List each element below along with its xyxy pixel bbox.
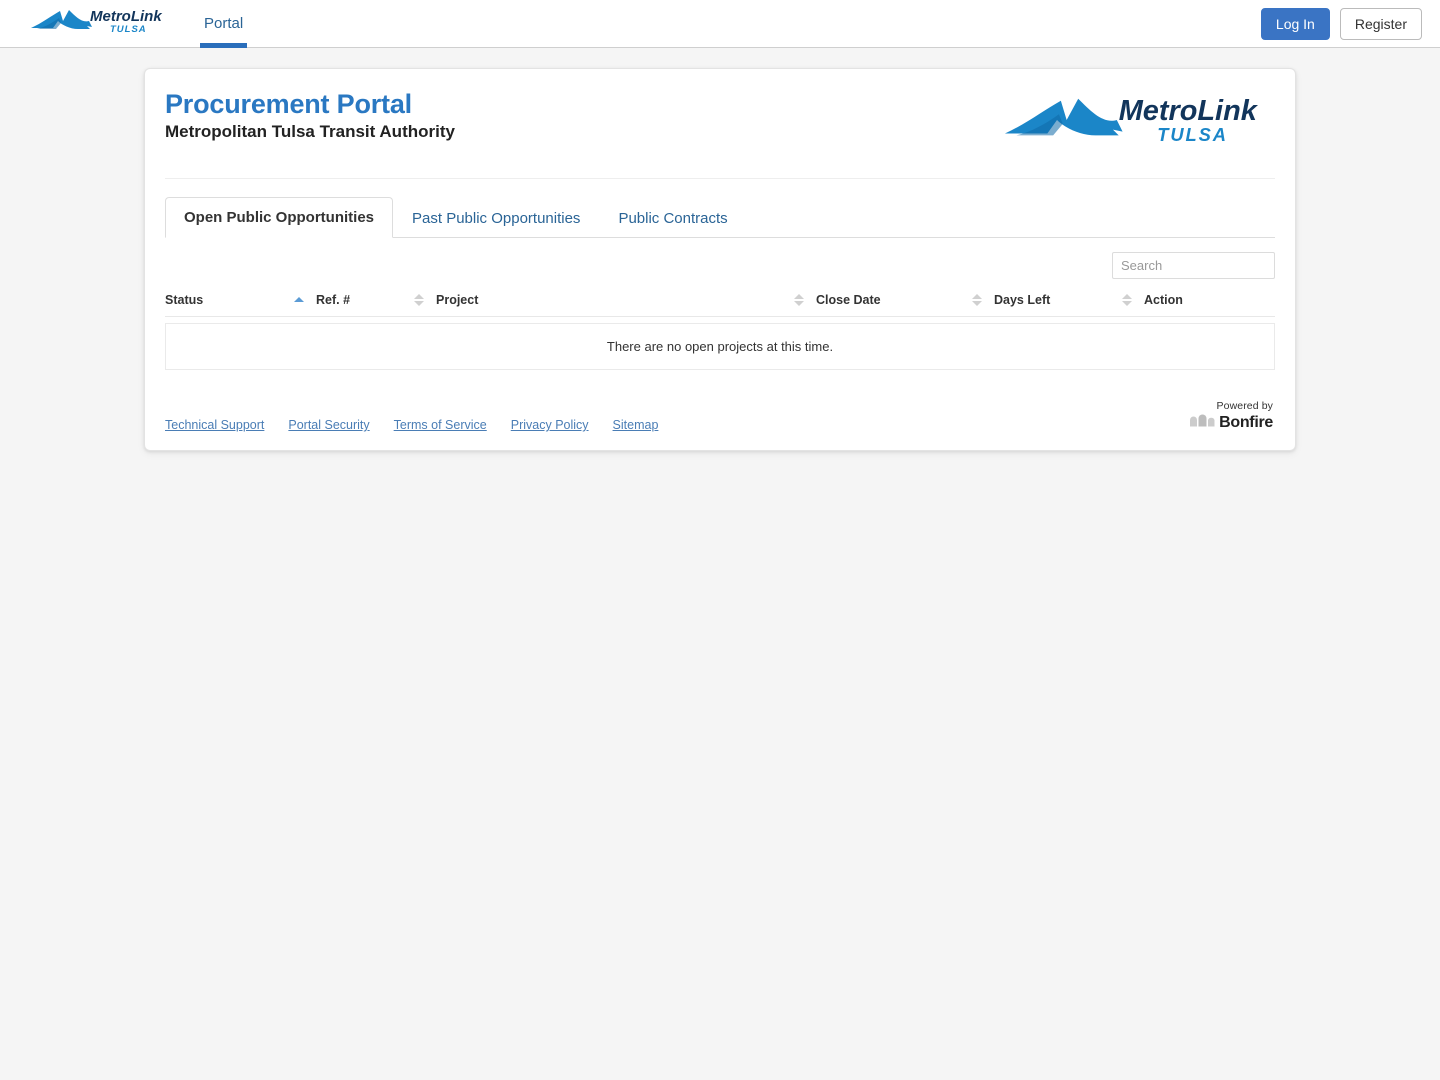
sort-arrows-status-icon[interactable] — [293, 296, 304, 304]
navbar-actions: Log In Register — [1260, 7, 1422, 40]
top-navbar: MetroLink TULSA Portal Log In Register — [0, 0, 1440, 48]
table-empty-cell: There are no open projects at this time. — [165, 317, 1275, 370]
nav-link-portal-label: Portal — [204, 15, 244, 32]
navbar-brand-link[interactable]: MetroLink TULSA — [30, 6, 170, 41]
footer-link-technical-support[interactable]: Technical Support — [165, 418, 264, 432]
log-in-button[interactable]: Log In — [1260, 7, 1330, 40]
bonfire-arches-icon — [1189, 413, 1215, 432]
column-header-project[interactable]: Project — [413, 287, 793, 317]
tab-public-contracts[interactable]: Public Contracts — [599, 198, 746, 238]
column-header-action-label: Action — [1144, 293, 1183, 307]
tab-past-public-opportunities-label: Past Public Opportunities — [412, 210, 581, 227]
column-header-status[interactable]: Status — [165, 287, 293, 317]
svg-text:MetroLink: MetroLink — [90, 8, 162, 25]
footer-link-terms-of-service[interactable]: Terms of Service — [394, 418, 487, 432]
column-header-days-left[interactable]: Days Left — [971, 287, 1121, 317]
metrolink-logo-icon-header: MetroLink TULSA — [1003, 91, 1273, 154]
footer-link-portal-security[interactable]: Portal Security — [288, 418, 369, 432]
column-header-status-label: Status — [165, 293, 204, 307]
bonfire-wordmark: Bonfire — [1219, 413, 1273, 431]
register-button[interactable]: Register — [1339, 7, 1422, 40]
tab-open-public-opportunities[interactable]: Open Public Opportunities — [165, 197, 394, 238]
sort-arrows-days-left-icon[interactable] — [1121, 294, 1132, 306]
card-footer: Technical Support Portal Security Terms … — [165, 400, 1275, 432]
page-body: Procurement Portal Metropolitan Tulsa Tr… — [0, 48, 1440, 451]
table-toolbar — [165, 238, 1275, 287]
svg-text:TULSA: TULSA — [110, 24, 147, 35]
procurement-portal-card: Procurement Portal Metropolitan Tulsa Tr… — [144, 68, 1296, 451]
nav-link-portal[interactable]: Portal — [194, 0, 253, 48]
column-header-ref-label: Ref. # — [316, 293, 351, 307]
table-header-row: Status Ref. # Project Close Date Days Le… — [165, 287, 1275, 317]
sort-arrows-close-date-icon[interactable] — [971, 294, 982, 306]
header-divider — [165, 178, 1275, 179]
page-title-block: Procurement Portal Metropolitan Tulsa Tr… — [165, 89, 455, 142]
page-title: Procurement Portal — [165, 89, 412, 119]
powered-by-bonfire: Powered by Bonfire — [1189, 400, 1273, 432]
card-header: Procurement Portal Metropolitan Tulsa Tr… — [165, 89, 1275, 160]
column-header-close-date-label: Close Date — [816, 293, 881, 307]
tab-past-public-opportunities[interactable]: Past Public Opportunities — [393, 198, 599, 238]
footer-link-privacy-policy[interactable]: Privacy Policy — [511, 418, 589, 432]
table-empty-row: There are no open projects at this time. — [165, 317, 1275, 370]
footer-link-sitemap[interactable]: Sitemap — [613, 418, 659, 432]
powered-by-label: Powered by — [1216, 400, 1273, 412]
table-header: Status Ref. # Project Close Date Days Le… — [165, 287, 1275, 317]
opportunities-table: Status Ref. # Project Close Date Days Le… — [165, 287, 1275, 370]
table-body: There are no open projects at this time. — [165, 317, 1275, 370]
column-header-action[interactable]: Action — [1121, 287, 1275, 317]
sort-arrows-project-icon[interactable] — [793, 294, 804, 306]
navbar-links: Portal — [194, 0, 253, 48]
footer-links: Technical Support Portal Security Terms … — [165, 418, 658, 432]
metrolink-logo-icon: MetroLink TULSA — [30, 6, 170, 41]
search-input[interactable] — [1112, 252, 1275, 279]
tab-open-public-opportunities-label: Open Public Opportunities — [184, 209, 375, 226]
column-header-days-left-label: Days Left — [994, 293, 1051, 307]
column-header-project-label: Project — [436, 293, 479, 307]
column-header-ref[interactable]: Ref. # — [293, 287, 413, 317]
empty-state-message: There are no open projects at this time. — [165, 323, 1275, 370]
page-subtitle: Metropolitan Tulsa Transit Authority — [165, 122, 455, 142]
svg-text:TULSA: TULSA — [1157, 124, 1228, 145]
column-header-close-date[interactable]: Close Date — [793, 287, 971, 317]
bonfire-logo: Bonfire — [1189, 413, 1273, 432]
tab-bar: Open Public Opportunities Past Public Op… — [165, 197, 1275, 238]
tab-public-contracts-label: Public Contracts — [618, 210, 728, 227]
sort-arrows-ref-icon[interactable] — [413, 294, 424, 306]
svg-text:MetroLink: MetroLink — [1119, 95, 1259, 127]
